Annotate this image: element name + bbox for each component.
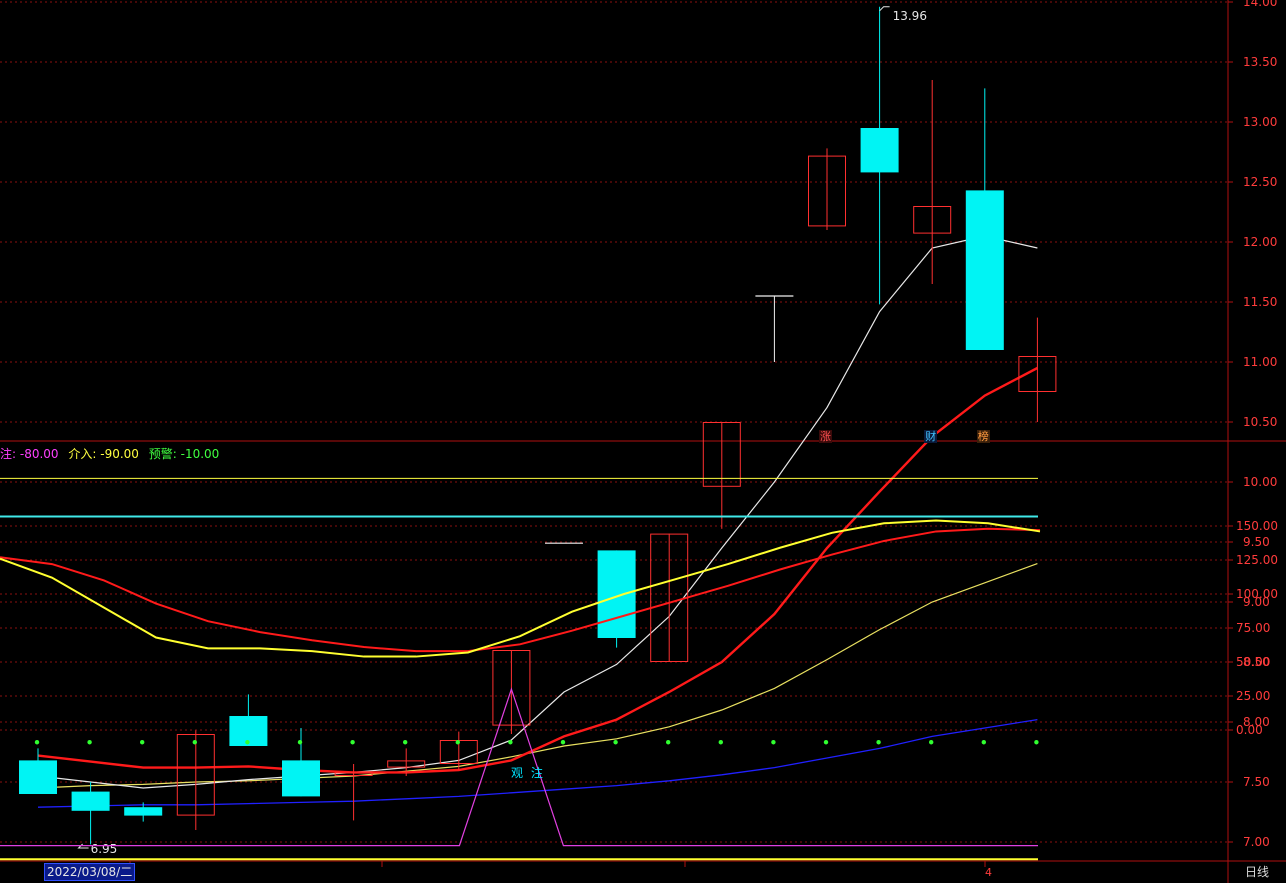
candle-body-down [597,550,636,638]
indicator-legend: 注: -80.00 介入: -90.00 预警: -10.00 [0,445,225,461]
main-tick-label: 7.00 [1243,835,1270,849]
candle-body-down [282,760,320,797]
high-marker [879,6,890,12]
period-selector[interactable]: 日线 [1232,864,1282,880]
signal-dot [403,740,408,745]
main-tick-label: 11.50 [1243,295,1277,309]
indicator-tick-label: 75.00 [1236,621,1270,635]
indicator-tick-label: 100.00 [1236,587,1278,601]
signal-dot [718,740,723,745]
candle-body-down [860,128,899,173]
signal-dot [1034,740,1039,745]
signal-dot [297,740,303,745]
ma-white-line [37,235,1038,789]
signal-dot [613,740,618,745]
legend-item-warn: 预警: -10.00 [148,447,220,461]
signal-dot [666,740,671,745]
kline-chart-window: 7.00 7.50 8.00 8.50 9.00 9.50 10.00 10.50 11.00 1… [0,0,1286,883]
main-tick-label: 10.00 [1243,475,1277,489]
cursor-date-label: 2022/03/08/二 [44,863,136,881]
candle-body-down [965,190,1004,350]
chart-canvas[interactable]: 7.007.508.008.509.009.5010.0010.5011.001… [0,0,1286,883]
indicator-tick-label: 125.00 [1236,553,1278,567]
signal-dot [192,740,197,745]
signal-dot [876,740,881,745]
signal-dot [981,740,986,745]
candle-body-down [124,807,163,816]
main-tick-label: 9.50 [1243,535,1270,549]
signal-dot [245,740,250,745]
signal-dot [87,740,92,745]
signal-dot [560,740,566,745]
signal-dot [823,740,829,745]
event-marker-cai[interactable]: 财 [924,430,938,443]
indicator-tick-label: 150.00 [1236,519,1278,533]
low-price-label: 6.95 [91,842,118,856]
main-tick-label: 7.50 [1243,775,1270,789]
main-tick-label: 14.00 [1243,0,1277,9]
main-tick-label: 13.00 [1243,115,1277,129]
indicator-tick-label: 50.00 [1236,655,1270,669]
high-price-label: 13.96 [893,9,927,23]
signal-dot [350,740,355,745]
peak-signal-label: 观 注 [511,766,545,780]
legend-item-enter: 介入: -90.00 [68,447,139,461]
candle-body-down [19,760,57,794]
signal-dot [771,740,776,745]
main-tick-label: 12.00 [1243,235,1277,249]
event-marker-zhang[interactable]: 涨 [819,430,832,443]
candle-body-down [71,791,110,811]
main-tick-label: 10.50 [1243,415,1277,429]
main-tick-label: 12.50 [1243,175,1277,189]
event-marker-bang[interactable]: 榜 [976,430,990,443]
main-tick-label: 11.00 [1243,355,1277,369]
ma-yellow-line [37,563,1038,789]
ma-red-line [37,366,1038,774]
axis-date-tick: 4 [985,866,992,879]
signal-dot [508,740,513,745]
indicator-red-line [0,527,1041,653]
main-tick-label: 13.50 [1243,55,1277,69]
signal-dot [455,740,460,745]
indicator-tick-label: 25.00 [1236,689,1270,703]
legend-item-watch: 注: -80.00 [0,447,59,461]
signal-dot [140,740,145,745]
indicator-tick-label: 0.00 [1236,723,1263,737]
signal-dot [34,740,40,745]
signal-dot [929,740,934,745]
